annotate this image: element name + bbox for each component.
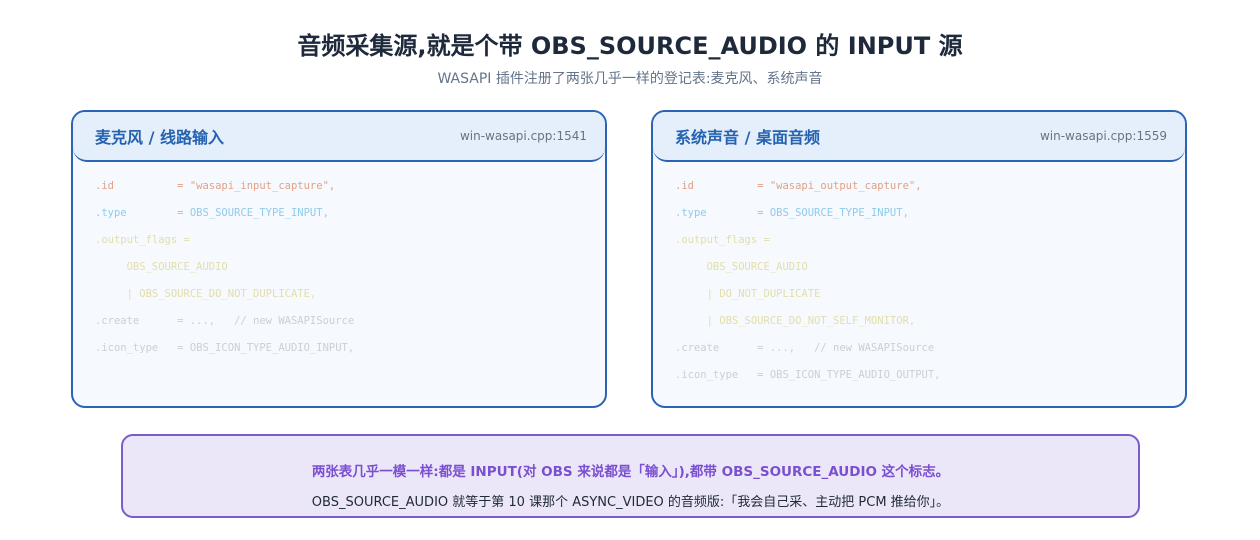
code-line: .id = "wasapi_output_capture", <box>675 180 922 192</box>
code-line: .type = OBS_SOURCE_TYPE_INPUT, <box>675 207 909 219</box>
code-line: | DO_NOT_DUPLICATE <box>675 288 821 300</box>
page-subtitle: WASAPI 插件注册了两张几乎一样的登记表:麦克风、系统声音 <box>437 71 823 87</box>
code-line: .output_flags = <box>95 234 190 246</box>
panel-microphone: 麦克风 / 线路输入 win-wasapi.cpp:1541 .id = "wa… <box>71 110 607 408</box>
source-reference: win-wasapi.cpp:1541 <box>459 129 587 143</box>
code-line: .create = ..., // new WASAPISource <box>95 315 355 327</box>
code-line: OBS_SOURCE_AUDIO <box>95 261 228 273</box>
code-line: OBS_SOURCE_AUDIO <box>675 261 808 273</box>
code-line: .output_flags = <box>675 234 770 246</box>
code-line: | OBS_SOURCE_DO_NOT_DUPLICATE, <box>95 288 317 300</box>
code-line: .icon_type = OBS_ICON_TYPE_AUDIO_INPUT, <box>95 342 355 354</box>
note-highlight: 两张表几乎一模一样:都是 INPUT(对 OBS 来说都是「输入」),都带 OB… <box>311 464 950 480</box>
note-detail: OBS_SOURCE_AUDIO 就等于第 10 课那个 ASYNC_VIDEO… <box>311 495 950 510</box>
code-line: .type = OBS_SOURCE_TYPE_INPUT, <box>95 207 329 219</box>
code-line: .icon_type = OBS_ICON_TYPE_AUDIO_OUTPUT, <box>675 369 941 381</box>
summary-note: 两张表几乎一模一样:都是 INPUT(对 OBS 来说都是「输入」),都带 OB… <box>121 434 1140 518</box>
panel-title: 系统声音 / 桌面音频 <box>675 128 820 147</box>
code-block: .id = "wasapi_input_capture", .type = OBS… <box>73 162 605 365</box>
panel-header: 麦克风 / 线路输入 win-wasapi.cpp:1541 <box>73 112 605 162</box>
panel-header: 系统声音 / 桌面音频 win-wasapi.cpp:1559 <box>653 112 1185 162</box>
page-title: 音频采集源,就是个带 OBS_SOURCE_AUDIO 的 INPUT 源 <box>297 32 963 60</box>
panel-system-audio: 系统声音 / 桌面音频 win-wasapi.cpp:1559 .id = "w… <box>651 110 1187 408</box>
panel-title: 麦克风 / 线路输入 <box>95 128 224 147</box>
code-block: .id = "wasapi_output_capture", .type = OB… <box>653 162 1185 392</box>
code-line: .id = "wasapi_input_capture", <box>95 180 336 192</box>
source-reference: win-wasapi.cpp:1559 <box>1039 129 1167 143</box>
code-line: | OBS_SOURCE_DO_NOT_SELF_MONITOR, <box>675 315 916 327</box>
code-line: .create = ..., // new WASAPISource <box>675 342 935 354</box>
